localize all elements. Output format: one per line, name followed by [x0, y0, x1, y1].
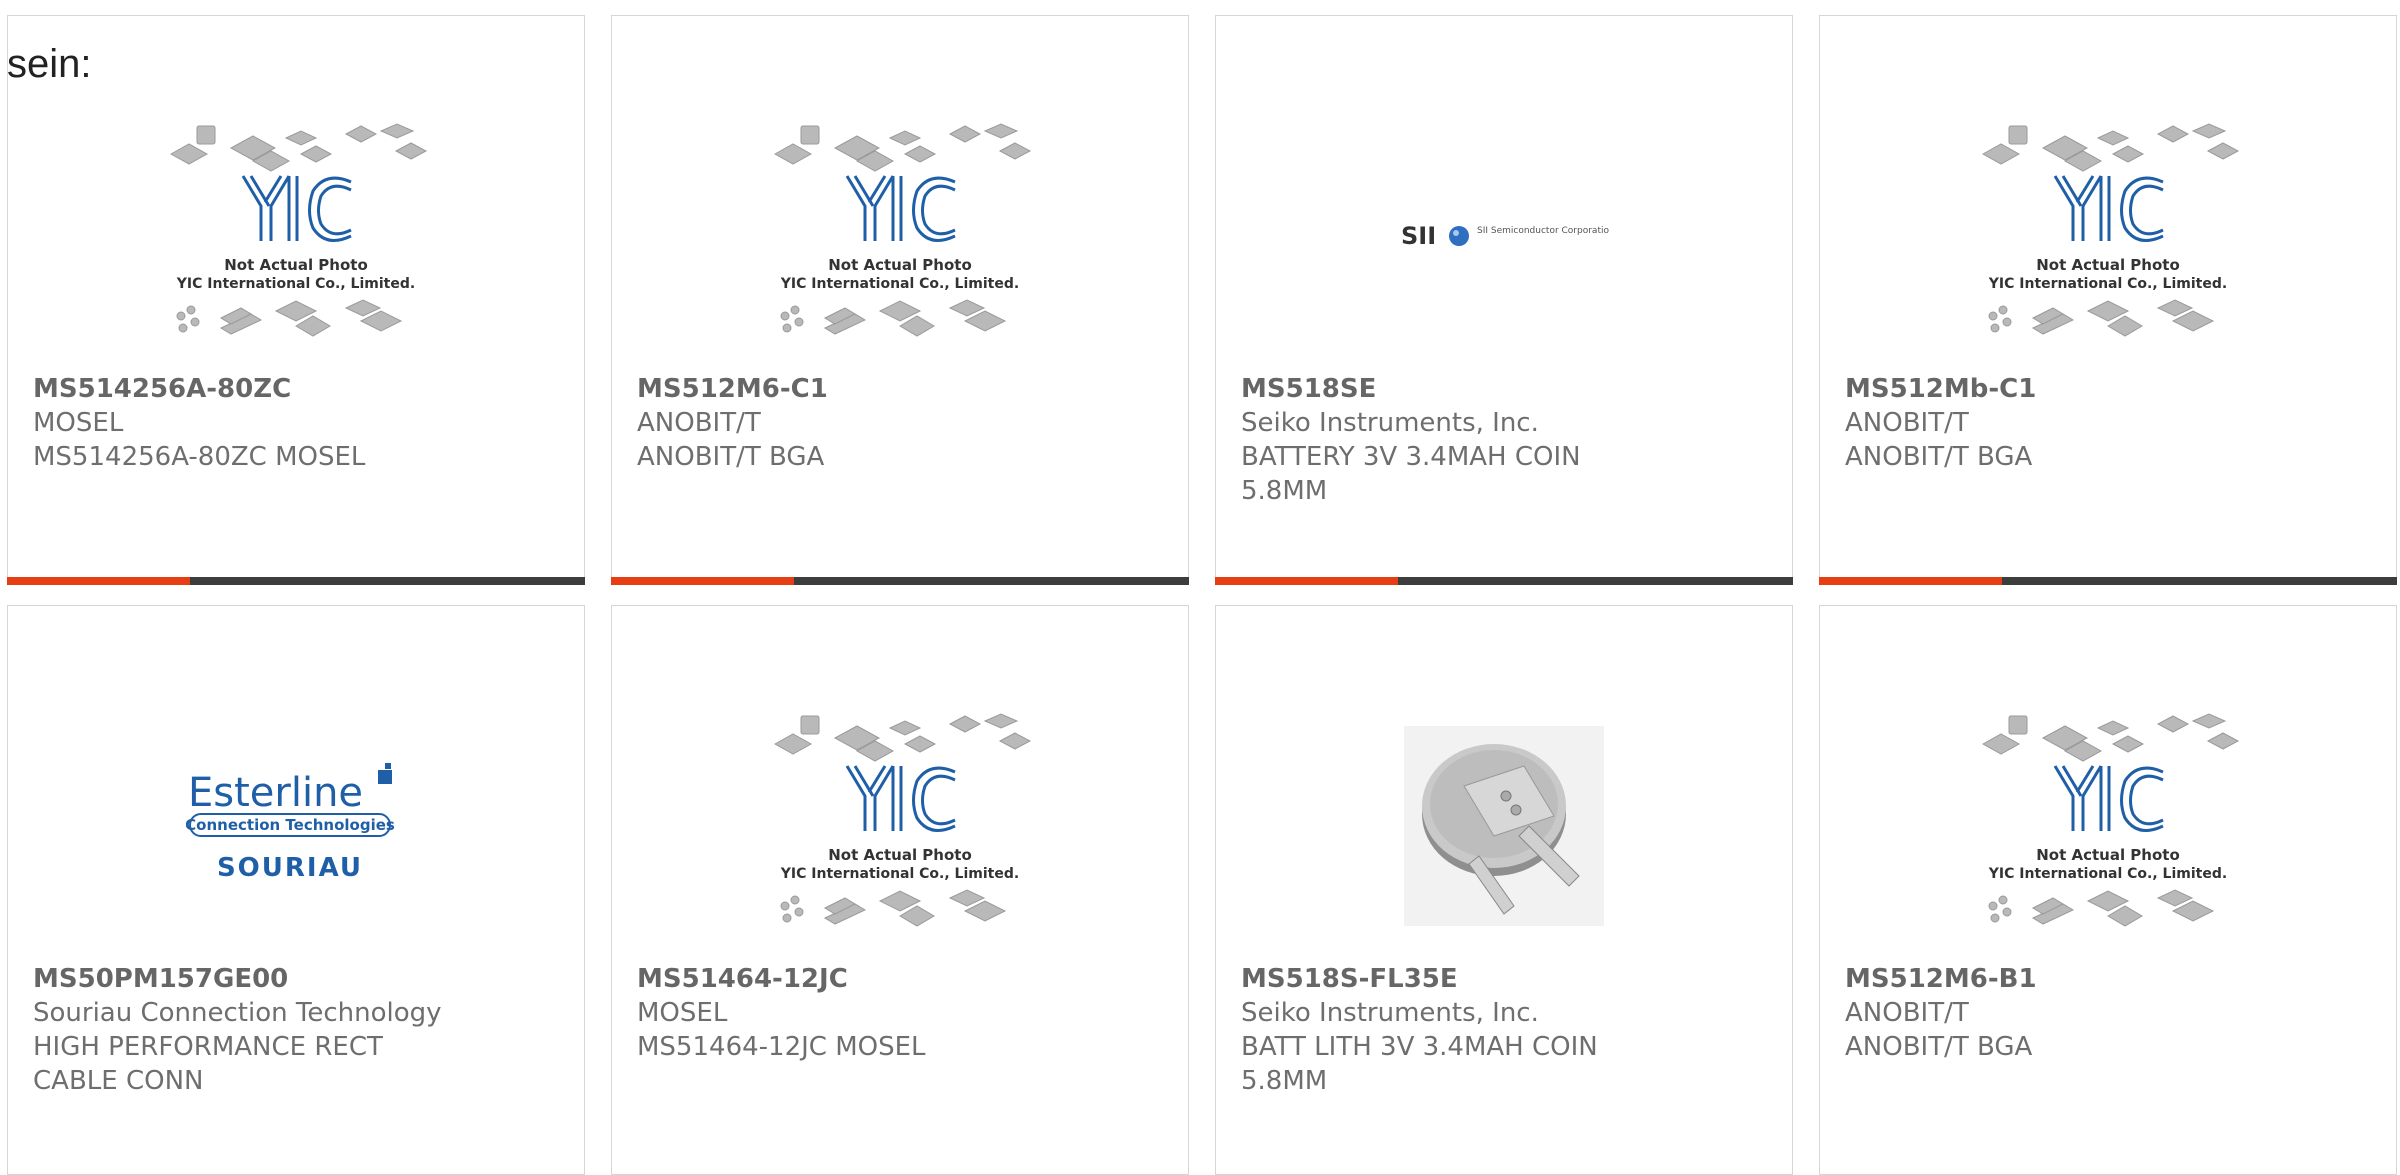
part-number[interactable]: MS518SE — [1241, 372, 1772, 406]
part-number[interactable]: MS514256A-80ZC — [33, 372, 564, 406]
yic-note-line2: YIC International Co., Limited. — [176, 276, 415, 292]
description: ANOBIT/T BGA — [637, 442, 825, 472]
description: ANOBIT/T BGA — [1845, 442, 2033, 472]
manufacturer: MOSEL — [637, 998, 728, 1028]
product-card[interactable]: Not Actual Photo YIC International Co., … — [611, 15, 1189, 585]
product-image-placeholder[interactable]: Not Actual Photo YIC International Co., … — [1820, 106, 2396, 366]
esterline-logo-image[interactable]: Esterline Connection Technologies SOURIA… — [8, 696, 584, 956]
part-number[interactable]: MS51464-12JC — [637, 962, 1168, 996]
description-cont: 5.8MM — [1241, 476, 1328, 506]
yic-note-line2: YIC International Co., Limited. — [1988, 866, 2227, 882]
card-bottom-bar — [1819, 577, 2397, 585]
manufacturer: Seiko Instruments, Inc. — [1241, 408, 1539, 438]
product-image-placeholder[interactable]: Not Actual Photo YIC International Co., … — [612, 696, 1188, 956]
description: MS514256A-80ZC MOSEL — [33, 442, 366, 472]
yic-note-line2: YIC International Co., Limited. — [1988, 276, 2227, 292]
manufacturer: Seiko Instruments, Inc. — [1241, 998, 1539, 1028]
esterline-star-icon — [378, 770, 392, 784]
manufacturer: MOSEL — [33, 408, 124, 438]
product-card[interactable]: Not Actual Photo YIC International Co., … — [611, 605, 1189, 1175]
sii-tagline: SII Semiconductor Corporation — [1477, 226, 1609, 236]
card-accent-bar — [611, 577, 794, 585]
description: ANOBIT/T BGA — [1845, 1032, 2033, 1062]
product-image-placeholder[interactable]: Not Actual Photo YIC International Co., … — [8, 106, 584, 366]
description: MS51464-12JC MOSEL — [637, 1032, 926, 1062]
description-cont: 5.8MM — [1241, 1066, 1328, 1096]
manufacturer: ANOBIT/T — [1845, 998, 1969, 1028]
part-number[interactable]: MS518S-FL35E — [1241, 962, 1772, 996]
souriau-brand: SOURIAU — [217, 853, 363, 883]
product-image-placeholder[interactable]: Not Actual Photo YIC International Co., … — [612, 106, 1188, 366]
yic-note-line1: Not Actual Photo — [2036, 846, 2180, 864]
sii-logo-text: SII — [1401, 222, 1436, 250]
product-card[interactable]: Not Actual Photo YIC International Co., … — [7, 15, 585, 585]
product-card[interactable]: Not Actual Photo YIC International Co., … — [1819, 15, 2397, 585]
coin-battery-photo[interactable] — [1216, 696, 1792, 956]
description-cont: CABLE CONN — [33, 1066, 204, 1096]
product-card[interactable]: SII SII Semiconductor Corporation MS518S… — [1215, 15, 1793, 585]
product-card[interactable]: Not Actual Photo YIC International Co., … — [1819, 605, 2397, 1175]
part-number[interactable]: MS50PM157GE00 — [33, 962, 564, 996]
sii-logo-image[interactable]: SII SII Semiconductor Corporation — [1216, 106, 1792, 366]
yic-note-line2: YIC International Co., Limited. — [780, 276, 1019, 292]
card-bottom-bar — [611, 577, 1189, 585]
esterline-logo-text: Esterline — [188, 770, 363, 816]
card-accent-bar — [1819, 577, 2002, 585]
yic-note-line1: Not Actual Photo — [2036, 256, 2180, 274]
product-image-placeholder[interactable]: Not Actual Photo YIC International Co., … — [1820, 696, 2396, 956]
manufacturer: Souriau Connection Technology — [33, 998, 442, 1028]
manufacturer: ANOBIT/T — [637, 408, 761, 438]
product-card[interactable]: Esterline Connection Technologies SOURIA… — [7, 605, 585, 1175]
description: BATT LITH 3V 3.4MAH COIN — [1241, 1032, 1598, 1062]
product-card[interactable]: MS518S-FL35E Seiko Instruments, Inc. BAT… — [1215, 605, 1793, 1175]
card-bottom-bar — [7, 577, 585, 585]
part-number[interactable]: MS512M6-B1 — [1845, 962, 2376, 996]
part-number[interactable]: MS512Mb-C1 — [1845, 372, 2376, 406]
description: HIGH PERFORMANCE RECT — [33, 1032, 383, 1062]
yic-note-line1: Not Actual Photo — [828, 256, 972, 274]
intro-text: sein: — [7, 42, 92, 86]
part-number[interactable]: MS512M6-C1 — [637, 372, 1168, 406]
yic-note-line1: Not Actual Photo — [224, 256, 368, 274]
yic-note-line1: Not Actual Photo — [828, 846, 972, 864]
sii-globe-icon — [1449, 226, 1469, 246]
manufacturer: ANOBIT/T — [1845, 408, 1969, 438]
esterline-subtitle: Connection Technologies — [186, 816, 395, 834]
card-accent-bar — [7, 577, 190, 585]
card-accent-bar — [1215, 577, 1398, 585]
description: BATTERY 3V 3.4MAH COIN — [1241, 442, 1581, 472]
yic-note-line2: YIC International Co., Limited. — [780, 866, 1019, 882]
card-bottom-bar — [1215, 577, 1793, 585]
